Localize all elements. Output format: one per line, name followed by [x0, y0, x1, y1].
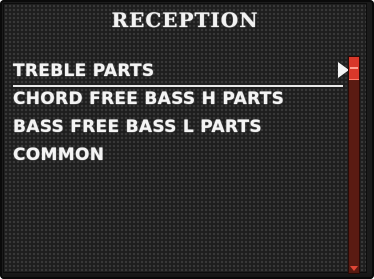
scrollbar[interactable] [348, 56, 360, 274]
menu-item-label: COMMON [13, 145, 105, 165]
page-title: RECEPTION [111, 8, 259, 32]
menu-item-treble-parts[interactable]: TREBLE PARTS [13, 59, 349, 87]
menu-item-bass-free-bass-l-parts[interactable]: BASS FREE BASS L PARTS [13, 115, 343, 143]
scrollbar-thumb[interactable] [349, 57, 359, 80]
menu-item-common[interactable]: COMMON [13, 143, 343, 171]
lcd-screen: RECEPTION TREBLE PARTS CHORD FREE BASS H… [3, 3, 367, 274]
frame-shadow [0, 271, 374, 279]
menu-item-label: CHORD FREE BASS H PARTS [13, 89, 285, 109]
menu-item-label: BASS FREE BASS L PARTS [13, 117, 262, 137]
menu-item-label: TREBLE PARTS [13, 61, 155, 81]
menu-item-chord-free-bass-h-parts[interactable]: CHORD FREE BASS H PARTS [13, 87, 343, 115]
menu-list: TREBLE PARTS CHORD FREE BASS H PARTS BAS… [13, 59, 349, 171]
lcd-display: RECEPTION TREBLE PARTS CHORD FREE BASS H… [0, 0, 374, 279]
